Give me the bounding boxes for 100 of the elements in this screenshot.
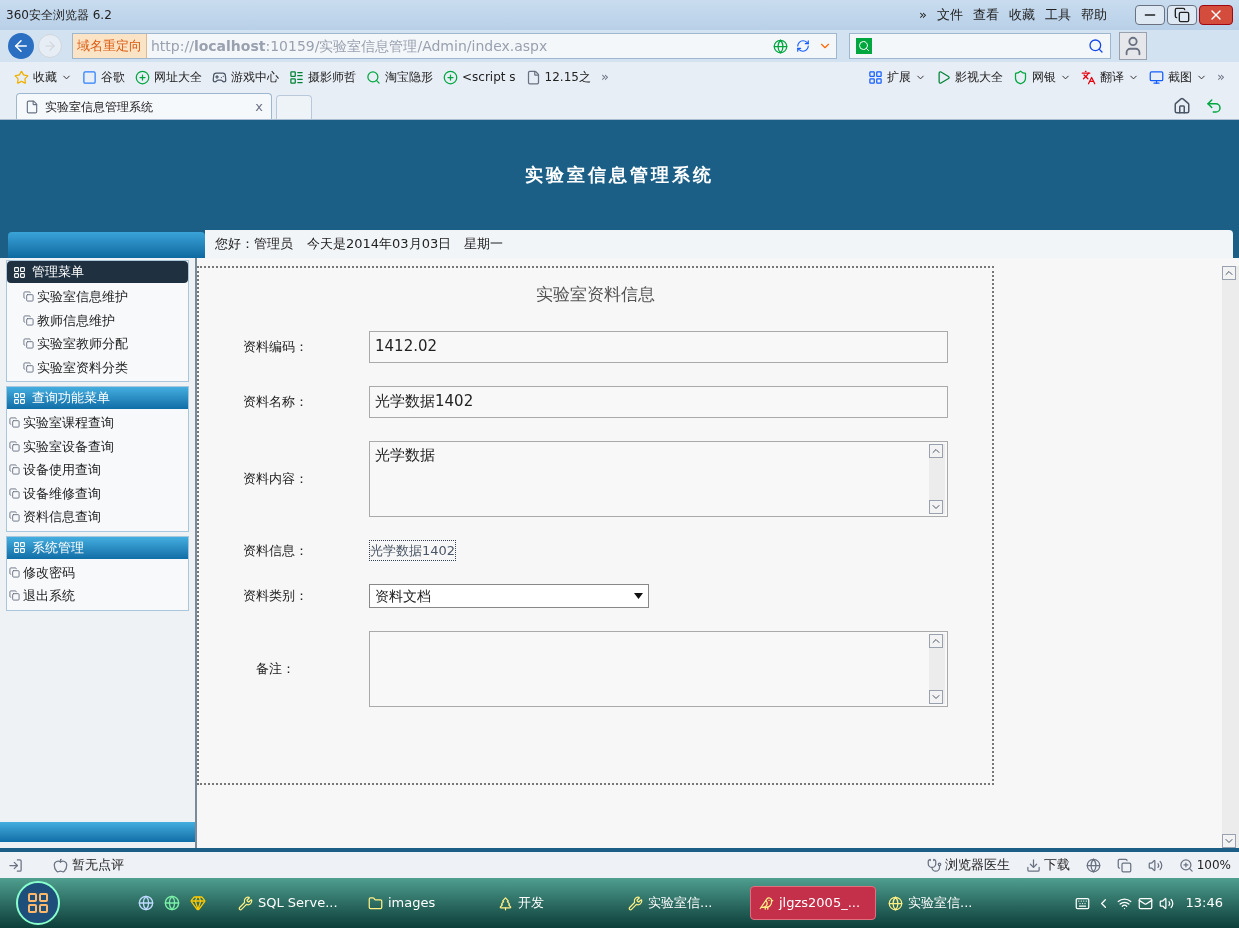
stethoscope-icon	[926, 857, 942, 873]
monitor-icon	[1149, 69, 1165, 85]
taskbar-button[interactable]: 开发	[490, 886, 616, 920]
scroll-down-icon[interactable]	[929, 690, 943, 704]
bookmark[interactable]: 影视大全	[936, 68, 1004, 86]
menu-item[interactable]: 文件	[937, 5, 963, 25]
bird-icon	[759, 895, 774, 911]
more-bookmarks[interactable]: »	[600, 67, 609, 87]
menu-item[interactable]: 工具	[1045, 5, 1071, 25]
mail-icon[interactable]	[1137, 895, 1153, 911]
scroll-up-icon[interactable]	[929, 634, 943, 648]
globe-icon	[773, 38, 788, 54]
scroll-up-icon[interactable]	[1222, 266, 1236, 280]
field-label: 资料信息：	[243, 541, 309, 560]
info-link[interactable]: 光学数据1402	[369, 539, 457, 561]
plus-circle-icon	[443, 69, 458, 85]
search-icon[interactable]	[1088, 38, 1104, 54]
tree-icon	[498, 895, 513, 911]
menu-item[interactable]: 实验室设备查询	[7, 436, 188, 456]
scrollbar[interactable]	[1222, 266, 1239, 848]
bookmark[interactable]: 淘宝隐形	[366, 68, 433, 86]
grid-icon	[13, 391, 26, 405]
menu-item[interactable]: 实验室课程查询	[7, 413, 188, 433]
keyboard-icon[interactable]	[1074, 895, 1090, 911]
globe-icon	[888, 895, 903, 911]
scrollbar[interactable]	[929, 443, 945, 514]
field-label: 资料名称：	[243, 392, 309, 411]
scroll-down-icon[interactable]	[929, 499, 943, 514]
search-field[interactable]	[849, 33, 1111, 59]
taskbar-button[interactable]: jlgzs2005_...	[750, 886, 876, 920]
scroll-down-icon[interactable]	[1222, 834, 1236, 848]
bookmark[interactable]: 摄影师哲	[289, 68, 356, 86]
menu-item[interactable]: 实验室信息维护	[7, 287, 188, 307]
menu-item[interactable]: 实验室资料分类	[7, 357, 188, 377]
translate-icon	[1081, 69, 1097, 85]
minimize-icon[interactable]	[1135, 5, 1165, 25]
grid-icon	[13, 541, 26, 554]
menu-more[interactable]: »	[919, 5, 927, 25]
grid-icon	[13, 265, 26, 279]
status-button[interactable]: 浏览器医生	[926, 855, 1010, 875]
sidebar-toggle-icon[interactable]	[8, 857, 23, 873]
menu-item[interactable]: 教师信息维护	[7, 310, 188, 330]
undo-icon[interactable]	[1205, 97, 1223, 115]
browser-tab[interactable]: 实验室信息管理系统 x	[16, 93, 272, 119]
taskbar-button[interactable]: SQL Serve...	[230, 886, 356, 920]
menu-header[interactable]: 查询功能菜单	[7, 387, 188, 409]
menu-header[interactable]: 管理菜单	[7, 261, 188, 283]
volume-icon[interactable]	[1147, 857, 1163, 873]
volume-icon[interactable]	[1158, 895, 1174, 911]
text-area[interactable]: 光学数据	[369, 440, 948, 517]
redirect-badge: 域名重定向	[73, 34, 147, 58]
bookmark[interactable]: 扩展	[868, 68, 927, 86]
bookmark[interactable]: <script s	[443, 68, 516, 86]
restore-icon[interactable]	[1167, 5, 1197, 25]
menu-item[interactable]: 退出系统	[7, 586, 188, 606]
bookmark[interactable]: 游戏中心	[212, 68, 279, 86]
menu-item[interactable]: 帮助	[1081, 5, 1107, 25]
back-icon[interactable]	[8, 33, 34, 59]
menu-item[interactable]: 查看	[973, 5, 999, 25]
bookmark[interactable]: 收藏	[14, 68, 72, 86]
menu-item[interactable]: 设备使用查询	[7, 460, 188, 480]
zoom-button[interactable]: 100%	[1178, 856, 1231, 874]
network-icon[interactable]	[1116, 895, 1132, 911]
category-select[interactable]: 资料文档	[369, 584, 649, 608]
taskbar-button[interactable]: 实验室信...	[620, 886, 746, 920]
globe-icon[interactable]	[1085, 857, 1101, 873]
status-button[interactable]: 下载	[1025, 855, 1070, 875]
text-field[interactable]: 1412.02	[369, 330, 948, 363]
scroll-up-icon[interactable]	[929, 443, 943, 458]
menu-item[interactable]: 修改密码	[7, 562, 188, 582]
menu-item[interactable]: 收藏	[1009, 5, 1035, 25]
review-button[interactable]: 暂无点评	[53, 855, 124, 875]
gem-icon[interactable]	[190, 895, 206, 911]
download-icon	[1025, 857, 1041, 873]
bookmark[interactable]: 网银	[1013, 68, 1072, 86]
menu-item[interactable]: 资料信息查询	[7, 507, 188, 527]
taskbar-button[interactable]: images	[360, 886, 486, 920]
play-icon	[936, 69, 952, 85]
bookmark[interactable]: 网址大全	[135, 68, 202, 86]
window-title: 360安全浏览器 6.2	[6, 7, 112, 24]
gamepad-icon	[212, 69, 227, 85]
home-icon[interactable]	[1173, 97, 1191, 115]
tab-close[interactable]: x	[255, 96, 263, 117]
system-title: 实验室信息管理系统	[525, 162, 714, 187]
bookmark[interactable]: 翻译	[1081, 68, 1140, 86]
menu-item[interactable]: 实验室教师分配	[7, 334, 188, 354]
bookmark[interactable]: 截图	[1149, 68, 1208, 86]
menu-item[interactable]: 设备维修查询	[7, 483, 188, 503]
bookmark[interactable]: 谷歌	[82, 68, 125, 86]
bookmark[interactable]: 12.15之	[525, 68, 591, 86]
more-tools[interactable]: »	[1217, 67, 1225, 87]
field-label: 资料内容：	[243, 469, 309, 488]
scrollbar[interactable]	[929, 634, 945, 704]
avatar-icon[interactable]	[1119, 32, 1147, 60]
close-icon[interactable]	[1199, 5, 1233, 25]
text-area[interactable]	[369, 631, 948, 707]
start-button[interactable]	[16, 881, 60, 925]
taskbar-button[interactable]: 实验室信...	[880, 886, 1006, 920]
refresh-icon[interactable]	[796, 39, 810, 53]
text-field[interactable]: 光学数据1402	[369, 385, 948, 418]
